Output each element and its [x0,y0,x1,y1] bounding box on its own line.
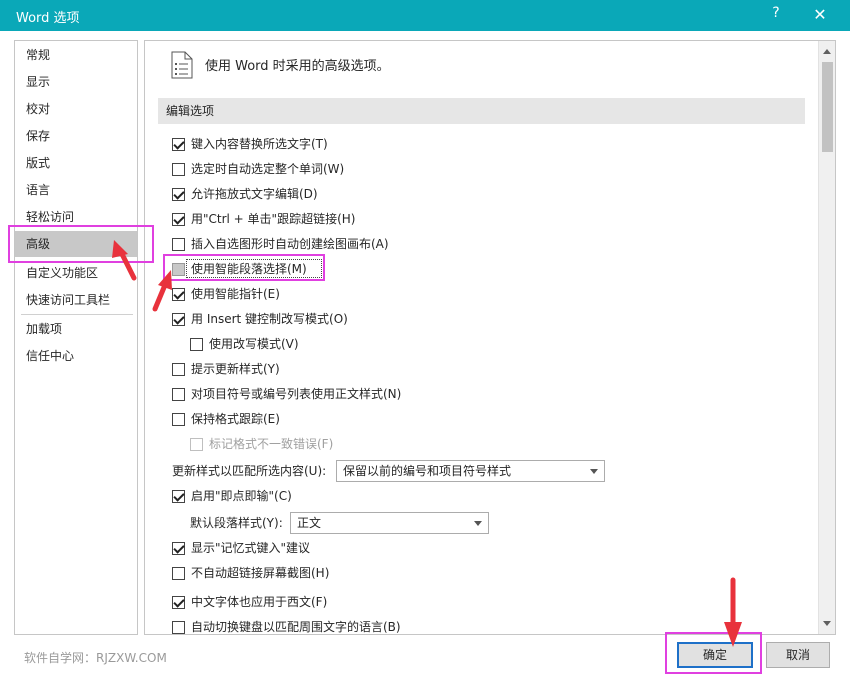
option-label: 中文字体也应用于西文(F) [191,595,328,609]
chevron-down-icon [474,521,482,526]
checkbox[interactable] [190,338,203,351]
vertical-scrollbar[interactable] [818,41,835,634]
category-nav: 常规 显示 校对 保存 版式 语言 轻松访问 高级 自定义功能区 快速访问工具栏… [14,40,138,635]
nav-item-trust-center[interactable]: 信任中心 [15,343,137,369]
nav-item-accessibility[interactable]: 轻松访问 [15,204,137,230]
close-button[interactable]: ✕ [808,5,832,25]
checkbox [190,438,203,451]
scroll-up-arrow-icon[interactable] [819,43,835,60]
checkbox[interactable] [172,596,185,609]
pane-heading: 使用 Word 时采用的高级选项。 [205,59,390,74]
checkbox[interactable] [172,288,185,301]
option-label: 允许拖放式文字编辑(D) [191,187,318,201]
option-label: 不自动超链接屏幕截图(H) [191,566,330,580]
checkbox[interactable] [172,363,185,376]
nav-item-addins[interactable]: 加载项 [15,316,137,342]
option-label: 选定时自动选定整个单词(W) [191,162,345,176]
option-label: 显示"记忆式键入"建议 [191,541,311,555]
checkbox[interactable] [172,163,185,176]
checkbox[interactable] [172,388,185,401]
checkbox[interactable] [172,490,185,503]
default-paragraph-style-dropdown[interactable]: 正文 [290,512,489,534]
checkbox[interactable] [172,567,185,580]
option-label: 标记格式不一致错误(F) [209,437,334,451]
watermark-text: 软件自学网：RJZXW.COM [24,651,167,665]
checkbox[interactable] [172,138,185,151]
window-title: Word 选项 [16,11,80,26]
option-label: 提示更新样式(Y) [191,362,280,376]
nav-item-quick-access-toolbar[interactable]: 快速访问工具栏 [15,287,137,313]
option-label: 用 Insert 键控制改写模式(O) [191,312,348,326]
option-label: 插入自选图形时自动创建绘图画布(A) [191,237,389,251]
nav-item-general[interactable]: 常规 [15,42,137,68]
nav-item-language[interactable]: 语言 [15,177,137,203]
nav-divider [21,314,133,315]
nav-item-advanced[interactable]: 高级 [15,231,137,257]
default-paragraph-style-value: 正文 [297,516,322,530]
option-label: 启用"即点即输"(C) [191,489,292,503]
nav-item-proofing[interactable]: 校对 [15,96,137,122]
option-label: 使用智能指针(E) [191,287,280,301]
nav-item-save[interactable]: 保存 [15,123,137,149]
option-label: 对项目符号或编号列表使用正文样式(N) [191,387,402,401]
checkbox[interactable] [172,188,185,201]
option-label: 键入内容替换所选文字(T) [191,137,328,151]
scroll-down-arrow-icon[interactable] [819,615,835,632]
update-style-dropdown[interactable]: 保留以前的编号和项目符号样式 [336,460,605,482]
cancel-button[interactable]: 取消 [766,642,830,668]
option-label: 自动切换键盘以匹配周围文字的语言(B) [191,620,401,634]
nav-item-display[interactable]: 显示 [15,69,137,95]
checkbox[interactable] [172,413,185,426]
checkbox[interactable] [172,263,185,276]
option-label: 保持格式跟踪(E) [191,412,280,426]
nav-item-customize-ribbon[interactable]: 自定义功能区 [15,260,137,286]
checkbox[interactable] [172,213,185,226]
nav-item-layout[interactable]: 版式 [15,150,137,176]
update-style-label: 更新样式以匹配所选内容(U): [172,464,327,478]
update-style-value: 保留以前的编号和项目符号样式 [343,464,512,478]
checkbox[interactable] [172,238,185,251]
checkbox[interactable] [172,542,185,555]
ok-button[interactable]: 确定 [677,642,753,668]
option-label: 使用改写模式(V) [209,337,299,351]
option-label: 使用智能段落选择(M) [191,262,307,276]
document-options-icon [171,51,193,79]
default-paragraph-style-label: 默认段落样式(Y): [190,516,283,530]
checkbox[interactable] [172,621,185,634]
section-header-editing: 编辑选项 [158,98,805,124]
chevron-down-icon [590,469,598,474]
checkbox[interactable] [172,313,185,326]
scroll-thumb[interactable] [822,62,833,152]
option-label: 用"Ctrl + 单击"跟踪超链接(H) [191,212,356,226]
advanced-options-pane: 使用 Word 时采用的高级选项。 编辑选项 键入内容替换所选文字(T) 选定时… [144,40,836,635]
help-button[interactable]: ? [766,5,786,25]
title-bar: Word 选项 ? ✕ [0,0,850,31]
